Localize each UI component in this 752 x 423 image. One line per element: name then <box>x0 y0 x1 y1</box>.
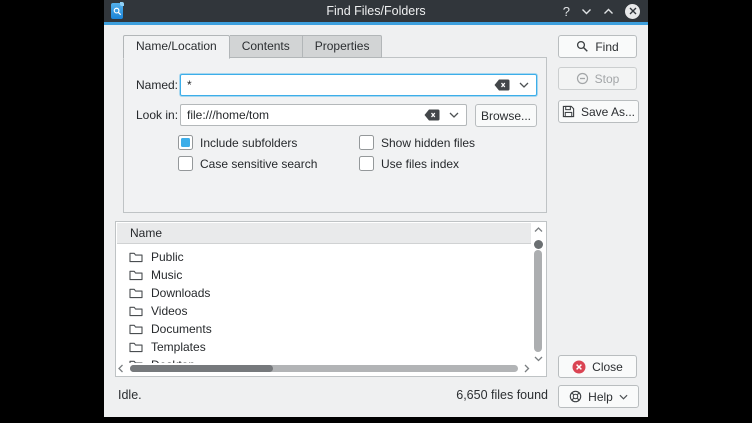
look-in-combobox <box>180 104 467 126</box>
status-bar: Idle. 6,650 files found <box>118 388 548 402</box>
search-icon <box>576 40 589 53</box>
context-help-icon[interactable]: ? <box>563 5 570 18</box>
folder-icon <box>129 305 143 317</box>
close-red-icon <box>572 360 586 374</box>
save-as-button[interactable]: Save As... <box>558 100 639 123</box>
list-item[interactable]: Downloads <box>117 284 531 302</box>
folder-icon <box>129 341 143 353</box>
checkbox-checked-icon <box>178 135 193 150</box>
browse-button[interactable]: Browse... <box>475 104 537 127</box>
checkbox-case-sensitive[interactable]: Case sensitive search <box>178 156 317 171</box>
minimize-icon[interactable] <box>581 8 592 15</box>
tab-name-location[interactable]: Name/Location <box>123 35 230 59</box>
scroll-up-icon[interactable] <box>534 227 543 233</box>
checkbox-unchecked-icon <box>359 135 374 150</box>
folder-icon <box>129 323 143 335</box>
maximize-icon[interactable] <box>603 8 614 15</box>
tab-contents[interactable]: Contents <box>230 35 303 58</box>
titlebar-accent-line <box>104 22 648 25</box>
chevron-down-icon[interactable] <box>519 82 529 88</box>
checkbox-show-hidden[interactable]: Show hidden files <box>359 135 475 150</box>
results-list: Name Public Music Downloads Videos <box>115 221 547 377</box>
find-files-window: Find Files/Folders ? Name/Location Conte… <box>104 0 648 417</box>
checkbox-include-subfolders[interactable]: Include subfolders <box>178 135 297 150</box>
files-found-count: 6,650 files found <box>456 388 548 402</box>
scroll-down-icon[interactable] <box>534 356 543 362</box>
find-button[interactable]: Find <box>558 35 637 58</box>
screen-background: Find Files/Folders ? Name/Location Conte… <box>0 0 752 423</box>
results-rows: Public Music Downloads Videos Documents <box>117 244 531 363</box>
checkbox-unchecked-icon <box>359 156 374 171</box>
list-item[interactable]: Videos <box>117 302 531 320</box>
vertical-scroll-thumb[interactable] <box>534 240 543 249</box>
checkbox-use-files-index[interactable]: Use files index <box>359 156 459 171</box>
name-location-panel: Named: Look in: <box>123 57 547 213</box>
vertical-scroll-track[interactable] <box>534 250 542 352</box>
checkbox-unchecked-icon <box>178 156 193 171</box>
save-icon <box>562 105 575 118</box>
list-item[interactable]: Templates <box>117 338 531 356</box>
close-button[interactable]: Close <box>558 355 637 378</box>
help-icon <box>569 390 582 403</box>
folder-icon <box>129 287 143 299</box>
stop-icon <box>576 72 589 85</box>
scroll-left-icon[interactable] <box>118 364 124 373</box>
clear-text-icon[interactable] <box>494 79 510 91</box>
status-text: Idle. <box>118 388 142 402</box>
help-menu-button[interactable]: Help <box>558 385 639 408</box>
list-item[interactable]: Documents <box>117 320 531 338</box>
stop-button[interactable]: Stop <box>558 67 637 90</box>
list-item[interactable]: Public <box>117 248 531 266</box>
list-item[interactable]: Desktop <box>117 356 531 363</box>
tab-properties[interactable]: Properties <box>303 35 383 58</box>
look-in-label: Look in: <box>136 108 178 122</box>
folder-icon <box>129 269 143 281</box>
folder-icon <box>129 251 143 263</box>
named-combobox <box>180 74 537 96</box>
vertical-scrollbar[interactable] <box>532 223 545 362</box>
clear-text-icon[interactable] <box>424 109 440 121</box>
titlebar[interactable]: Find Files/Folders ? <box>104 0 648 22</box>
close-window-icon[interactable] <box>625 4 640 19</box>
list-item[interactable]: Music <box>117 266 531 284</box>
horizontal-scrollbar[interactable] <box>118 363 530 374</box>
column-header-name[interactable]: Name <box>117 223 531 244</box>
scroll-right-icon[interactable] <box>524 364 530 373</box>
chevron-down-icon <box>619 394 628 400</box>
chevron-down-icon[interactable] <box>449 112 459 118</box>
named-input[interactable] <box>180 74 537 96</box>
named-label: Named: <box>136 78 178 92</box>
tab-bar: Name/Location Contents Properties <box>123 35 382 59</box>
horizontal-scroll-thumb[interactable] <box>130 365 273 372</box>
